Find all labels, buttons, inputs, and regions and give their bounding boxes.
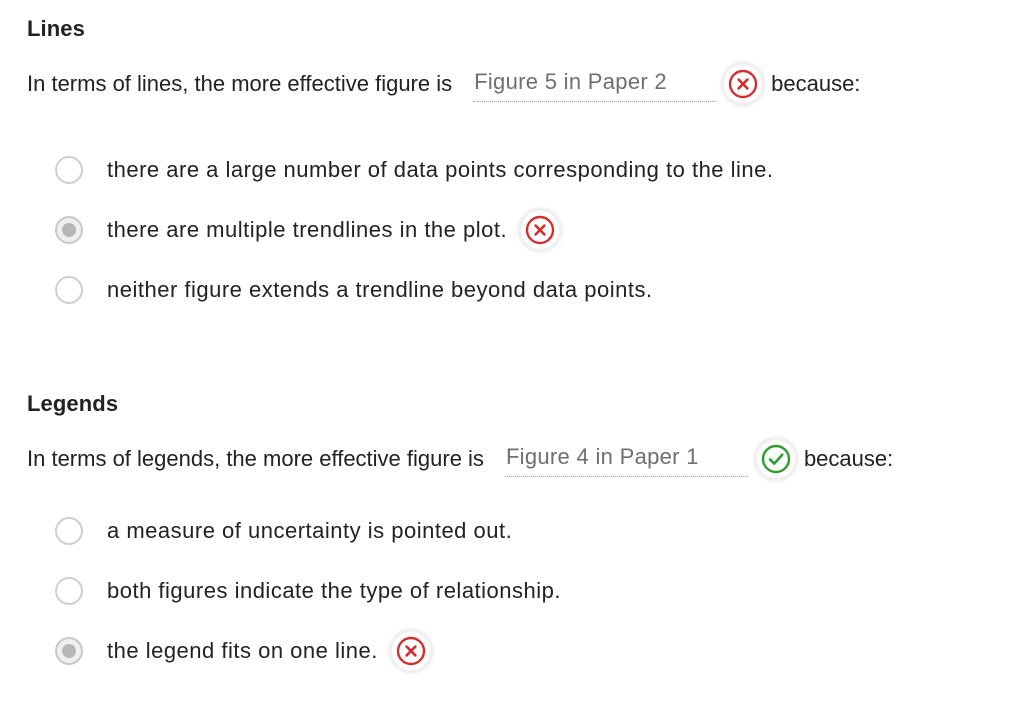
prompt-text: In terms of lines, the more effective fi… [27, 71, 453, 96]
option-label: the legend fits on one line. [107, 638, 378, 663]
x-circle-icon [521, 211, 560, 249]
options-list: a measure of uncertainty is pointed out.… [55, 501, 975, 681]
option-item[interactable]: a measure of uncertainty is pointed out. [55, 501, 975, 561]
radio-button[interactable] [55, 156, 83, 184]
prompt-text: In terms of legends, the more effective … [27, 446, 484, 471]
check-circle-icon [756, 440, 795, 478]
section-lines: Lines In terms of lines, the more effect… [27, 14, 987, 304]
option-item[interactable]: the legend fits on one line. [55, 621, 975, 681]
figure-answer-field[interactable]: Figure 4 in Paper 1 [504, 441, 748, 477]
option-item[interactable]: there are a large number of data points … [55, 140, 975, 200]
because-text: because: [771, 71, 861, 96]
option-item[interactable]: neither figure extends a trendline beyon… [55, 260, 975, 320]
option-item[interactable]: both figures indicate the type of relati… [55, 561, 975, 621]
option-label: both figures indicate the type of relati… [107, 578, 561, 603]
x-circle-icon [724, 65, 763, 103]
x-circle-icon [391, 632, 430, 670]
option-label: a measure of uncertainty is pointed out. [107, 518, 513, 543]
radio-button-selected[interactable] [55, 216, 83, 244]
section-legends: Legends In terms of legends, the more ef… [27, 389, 987, 670]
radio-button[interactable] [55, 577, 83, 605]
prompt-row: In terms of lines, the more effective fi… [27, 64, 860, 104]
section-heading: Lines [27, 16, 85, 41]
section-heading: Legends [27, 391, 119, 416]
prompt-row: In terms of legends, the more effective … [27, 439, 893, 479]
option-item[interactable]: there are multiple trendlines in the plo… [55, 200, 975, 260]
radio-button[interactable] [55, 517, 83, 545]
option-label: there are multiple trendlines in the plo… [107, 217, 508, 242]
figure-answer-field[interactable]: Figure 5 in Paper 2 [473, 66, 716, 102]
options-list: there are a large number of data points … [55, 140, 975, 320]
radio-button[interactable] [55, 276, 83, 304]
option-label: neither figure extends a trendline beyon… [107, 277, 653, 302]
because-text: because: [803, 446, 894, 471]
radio-button-selected[interactable] [55, 637, 83, 665]
option-label: there are a large number of data points … [107, 157, 774, 182]
